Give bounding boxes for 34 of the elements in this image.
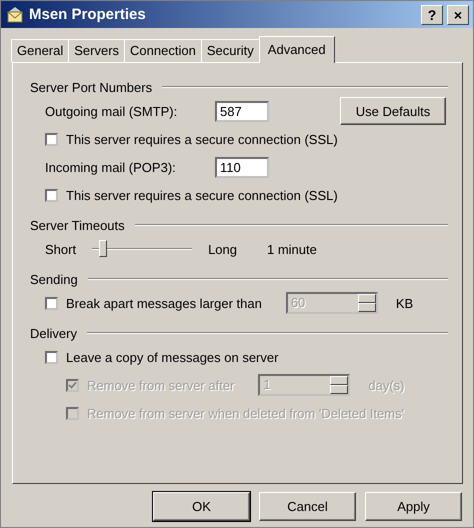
tab[interactable]: General xyxy=(11,39,70,62)
field-label: Incoming mail (POP3): xyxy=(45,160,177,174)
tab[interactable]: Security xyxy=(200,39,260,62)
section-title: Sending xyxy=(30,272,78,286)
checkbox[interactable] xyxy=(45,296,58,310)
dialog-button[interactable]: Cancel xyxy=(259,492,356,521)
checkbox-label: This server requires a secure connection (SSL) xyxy=(66,188,338,202)
port-field[interactable]: 587 xyxy=(215,100,269,122)
slider-max-label: Long xyxy=(208,242,237,256)
dialog-button[interactable]: OK xyxy=(153,492,250,521)
section-title: Server Timeouts xyxy=(30,218,125,232)
slider-min-label: Short xyxy=(45,242,76,256)
tab[interactable]: Connection xyxy=(124,39,202,62)
tab[interactable]: Advanced xyxy=(258,36,335,63)
use-defaults-button[interactable]: Use Defaults xyxy=(340,97,446,125)
checkbox[interactable] xyxy=(45,188,58,202)
window-title: Msen Properties xyxy=(29,6,147,23)
slider-thumb[interactable] xyxy=(99,240,108,257)
checkbox[interactable] xyxy=(45,350,58,364)
help-button[interactable]: ? xyxy=(421,4,443,24)
close-button[interactable]: × xyxy=(447,4,469,24)
checkbox-label: This server requires a secure connection (SSL) xyxy=(66,132,338,146)
checkbox[interactable] xyxy=(45,132,58,146)
unit-label: KB xyxy=(396,296,414,310)
section-title: Delivery xyxy=(30,326,77,340)
field-label: Outgoing mail (SMTP): xyxy=(45,104,178,118)
slider-reading: 1 minute xyxy=(267,242,317,256)
checkbox-label: Leave a copy of messages on server xyxy=(66,350,278,364)
dialog-button[interactable]: Apply xyxy=(365,492,462,521)
port-field[interactable]: 110 xyxy=(215,156,269,178)
section-title: Server Port Numbers xyxy=(30,80,152,94)
checkbox-label: Break apart messages larger than xyxy=(66,296,262,310)
tab[interactable]: Servers xyxy=(68,39,126,62)
mail-icon xyxy=(5,6,25,24)
